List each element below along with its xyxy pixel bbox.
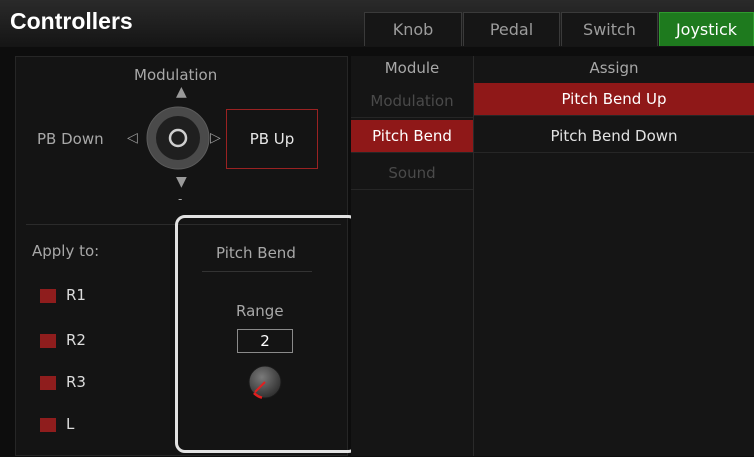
- module-item-sound[interactable]: Sound: [351, 157, 473, 190]
- pitch-bend-highlight-frame: [175, 215, 358, 453]
- modulation-label: Modulation: [134, 66, 218, 84]
- arrow-left-icon: ◁: [127, 130, 138, 146]
- tab-knob[interactable]: Knob: [364, 12, 462, 46]
- apply-to-label: Apply to:: [32, 242, 100, 260]
- checkbox-l-label: L: [66, 415, 75, 433]
- assign-header: Assign: [589, 59, 639, 77]
- module-header: Module: [384, 59, 440, 77]
- joystick-diagram: Modulation ▲ PB Down ◁ ▷ PB Up ▼ -: [16, 57, 347, 227]
- assign-list: Assign Pitch Bend Up Pitch Bend Down: [474, 56, 754, 456]
- joystick-icon[interactable]: [146, 106, 210, 170]
- assign-item-pitch-bend-up[interactable]: Pitch Bend Up: [474, 83, 754, 116]
- checkbox-r1-label: R1: [66, 286, 86, 304]
- tab-pedal[interactable]: Pedal: [463, 12, 560, 46]
- module-item-modulation[interactable]: Modulation: [351, 85, 473, 118]
- arrow-up-icon: ▲: [176, 84, 187, 100]
- checkbox-r1[interactable]: [40, 289, 56, 303]
- module-item-pitch-bend[interactable]: Pitch Bend: [351, 120, 473, 153]
- arrow-right-icon: ▷: [210, 130, 221, 146]
- checkbox-r3-label: R3: [66, 373, 86, 391]
- module-list: Module Modulation Pitch Bend Sound: [351, 56, 474, 456]
- checkbox-r2[interactable]: [40, 334, 56, 348]
- assign-item-pitch-bend-down[interactable]: Pitch Bend Down: [474, 120, 754, 153]
- page-title: Controllers: [10, 8, 133, 34]
- checkbox-l[interactable]: [40, 418, 56, 432]
- tab-joystick[interactable]: Joystick: [659, 12, 754, 46]
- checkbox-r3[interactable]: [40, 376, 56, 390]
- tab-switch[interactable]: Switch: [561, 12, 658, 46]
- arrow-down-icon: ▼: [176, 174, 187, 190]
- pb-up-button[interactable]: PB Up: [226, 109, 318, 169]
- pb-down-label: PB Down: [37, 130, 104, 148]
- title-bar: Controllers Knob Pedal Switch Joystick: [0, 0, 754, 47]
- down-direction-label: -: [178, 192, 183, 206]
- checkbox-r2-label: R2: [66, 331, 86, 349]
